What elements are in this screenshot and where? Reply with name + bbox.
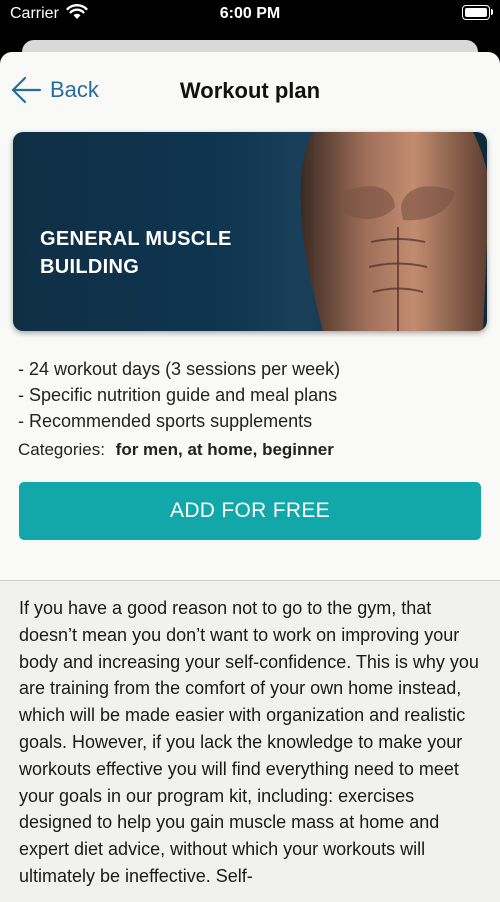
description-text: If you have a good reason not to go to t… (19, 598, 479, 886)
feature-list: - 24 workout days (3 sessions per week) … (18, 356, 488, 434)
categories-row: Categories: for men, at home, beginner (18, 440, 334, 460)
hero-title: GENERAL MUSCLE BUILDING (40, 228, 232, 278)
page-title: Workout plan (179, 78, 321, 103)
battery-icon (462, 5, 493, 20)
list-item: - 24 workout days (3 sessions per week) (18, 359, 341, 379)
categories-values: for men, at home, beginner (115, 440, 334, 459)
clock: 6:00 PM (219, 5, 281, 22)
add-for-free-button[interactable]: ADD FOR FREE (19, 482, 481, 540)
list-item: - Recommended sports supplements (18, 411, 313, 431)
list-item: - Specific nutrition guide and meal plan… (18, 385, 338, 405)
categories-label: Categories: (18, 440, 105, 459)
status-bar: Carrier 6:00 PM (0, 0, 500, 30)
muscular-torso-image (300, 132, 487, 331)
workout-plan-sheet: Back Workout plan GENERAL MUSCLE BUILDIN… (0, 52, 500, 902)
navigation-bar: Back Workout plan (0, 52, 500, 126)
description-section[interactable]: If you have a good reason not to go to t… (0, 581, 500, 902)
hero-banner: GENERAL MUSCLE BUILDING (13, 132, 487, 331)
